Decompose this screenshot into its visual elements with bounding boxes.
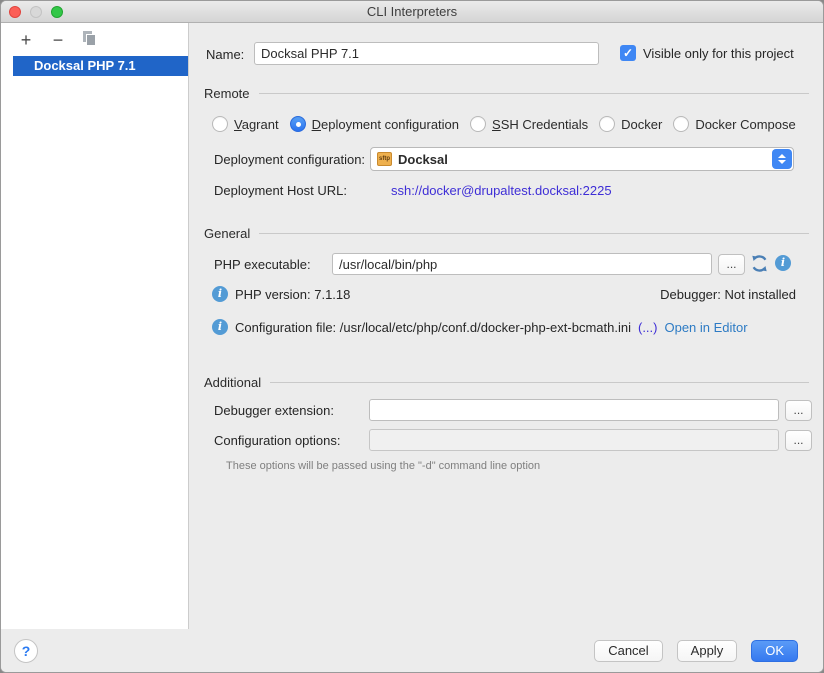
cli-interpreters-dialog: CLI Interpreters + − Docksal PHP 7.1 Nam… [0, 0, 824, 673]
sidebar-toolbar: + − [1, 23, 188, 56]
sftp-icon: sftp [377, 152, 392, 166]
name-input[interactable] [254, 42, 599, 65]
deployment-host-url-link[interactable]: ssh://docker@drupaltest.docksal:2225 [391, 183, 612, 198]
cancel-button[interactable]: Cancel [594, 640, 662, 662]
apply-button[interactable]: Apply [677, 640, 738, 662]
plus-icon: + [21, 30, 32, 50]
radio-icon [599, 116, 615, 132]
copy-interpreter-button[interactable] [81, 31, 99, 48]
configuration-options-input[interactable] [369, 429, 779, 451]
interpreter-list: Docksal PHP 7.1 [1, 56, 188, 76]
deployment-host-url-label: Deployment Host URL: [214, 183, 347, 198]
sidebar: + − Docksal PHP 7.1 [1, 23, 189, 631]
php-executable-input[interactable] [332, 253, 712, 275]
radio-docker[interactable]: Docker [599, 116, 662, 132]
radio-vagrant-label: Vagrant [234, 117, 279, 132]
title-bar: CLI Interpreters [1, 1, 823, 23]
deployment-configuration-value: Docksal [398, 152, 772, 167]
remote-section-title: Remote [204, 86, 250, 101]
debugger-status-text: Debugger: Not installed [660, 287, 796, 302]
combo-stepper-icon[interactable] [772, 149, 792, 169]
radio-deployment-configuration-label: Deployment configuration [312, 117, 459, 132]
add-interpreter-button[interactable]: + [17, 32, 35, 48]
settings-panel: Name: ✓ Visible only for this project Re… [190, 23, 823, 631]
info-icon: i [212, 286, 228, 302]
php-executable-info-icon[interactable]: i [775, 255, 791, 271]
name-label: Name: [206, 47, 244, 62]
section-divider [259, 93, 809, 94]
radio-docker-compose-label: Docker Compose [695, 117, 795, 132]
ok-button[interactable]: OK [751, 640, 798, 662]
visible-only-checkbox[interactable]: ✓ [620, 45, 636, 61]
debugger-extension-label: Debugger extension: [214, 403, 334, 418]
configuration-options-note: These options will be passed using the "… [226, 460, 540, 472]
radio-vagrant[interactable]: Vagrant [212, 116, 279, 132]
radio-docker-label: Docker [621, 117, 662, 132]
section-divider [270, 382, 809, 383]
radio-deployment-configuration[interactable]: Deployment configuration [290, 116, 459, 132]
copy-icon [83, 31, 97, 46]
deployment-configuration-select[interactable]: sftp Docksal [370, 147, 794, 171]
radio-icon [212, 116, 228, 132]
help-button[interactable]: ? [14, 639, 38, 663]
php-executable-browse-button[interactable]: ... [718, 254, 745, 275]
reload-icon [750, 254, 769, 273]
visible-only-checkbox-label: Visible only for this project [643, 46, 794, 61]
php-version-text: PHP version: 7.1.18 [235, 287, 350, 302]
configuration-file-expand-link[interactable]: (...) [638, 320, 658, 335]
debugger-extension-browse-button[interactable]: ... [785, 400, 812, 421]
radio-icon [673, 116, 689, 132]
general-section-title: General [204, 226, 250, 241]
additional-section-title: Additional [204, 375, 261, 390]
php-executable-label: PHP executable: [214, 257, 311, 272]
remove-interpreter-button[interactable]: − [49, 32, 67, 48]
minus-icon: − [53, 30, 64, 50]
radio-icon [470, 116, 486, 132]
info-icon: i [212, 319, 228, 335]
radio-ssh-credentials[interactable]: SSH Credentials [470, 116, 588, 132]
interpreter-list-item[interactable]: Docksal PHP 7.1 [13, 56, 188, 76]
reload-php-info-button[interactable] [750, 254, 769, 276]
configuration-options-label: Configuration options: [214, 433, 340, 448]
window-title: CLI Interpreters [1, 1, 823, 23]
deployment-configuration-label: Deployment configuration: [214, 152, 365, 167]
radio-docker-compose[interactable]: Docker Compose [673, 116, 795, 132]
dialog-footer: ? Cancel Apply OK [1, 629, 823, 672]
debugger-extension-input[interactable] [369, 399, 779, 421]
configuration-file-text: Configuration file: /usr/local/etc/php/c… [235, 320, 631, 335]
radio-selected-icon [290, 116, 306, 132]
open-in-editor-link[interactable]: Open in Editor [664, 320, 747, 335]
radio-ssh-credentials-label: SSH Credentials [492, 117, 588, 132]
section-divider [259, 233, 809, 234]
configuration-options-browse-button[interactable]: ... [785, 430, 812, 451]
